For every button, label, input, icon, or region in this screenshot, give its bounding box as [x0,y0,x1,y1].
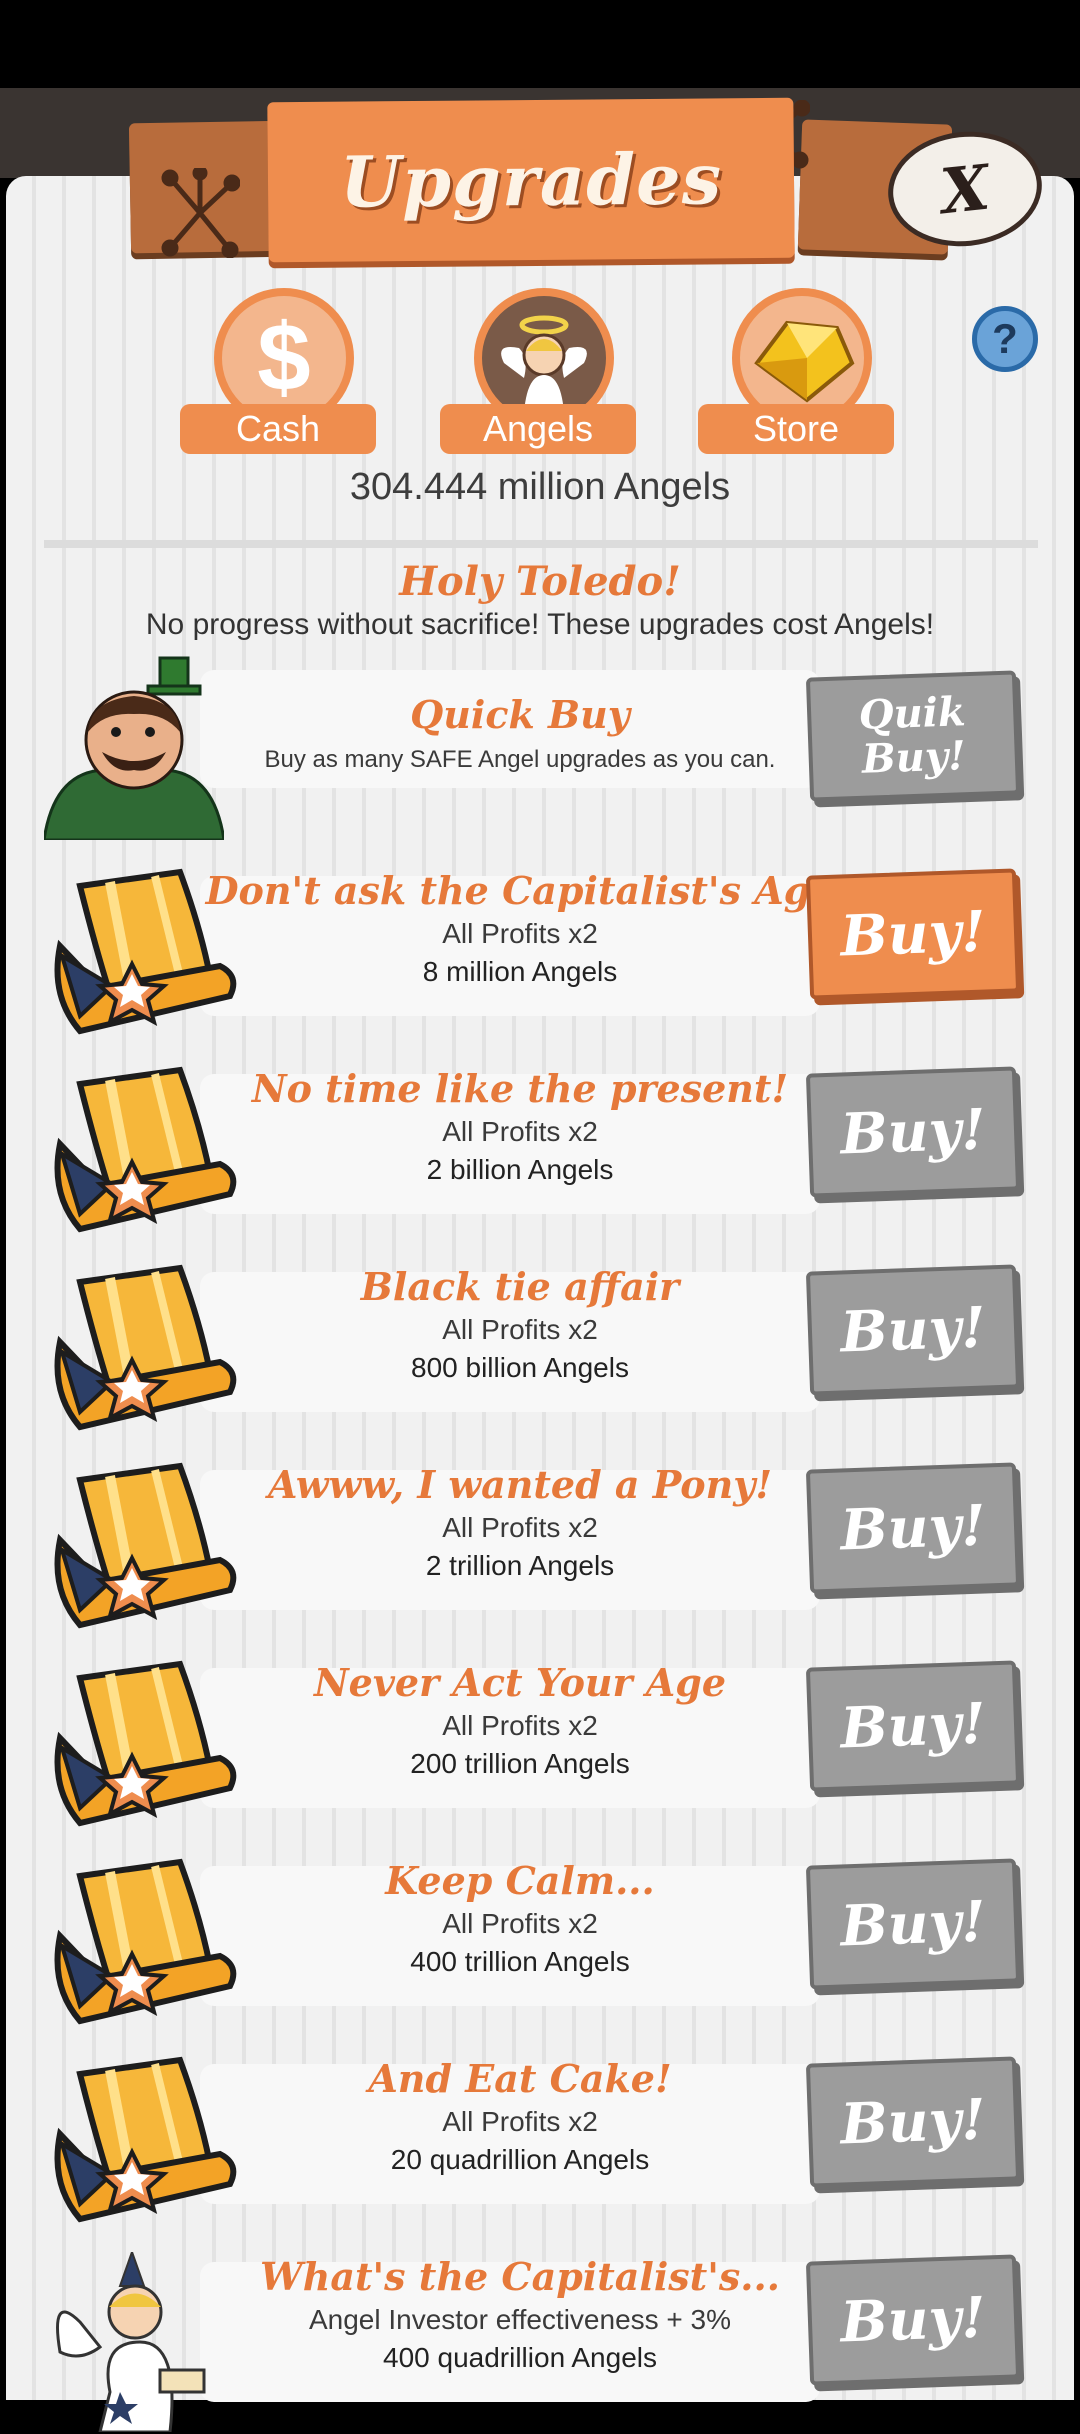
upgrade-effect: All Profits x2 [442,1908,598,1939]
upgrade-cost: 2 trillion Angels [425,1550,615,1581]
upgrade-name: Black tie affair [360,1264,680,1309]
buy-button[interactable]: Buy! [805,1660,1021,1792]
tab-store[interactable]: Store [698,288,898,458]
divider [44,540,1038,548]
upgrade-cost: 200 trillion Angels [410,1748,630,1779]
quick-buy-row: Quick Buy Buy as many SAFE Angel upgrade… [0,656,1080,860]
upgrade-cost: 20 quadrillion Angels [390,2144,650,2175]
upgrade-name: Don't ask the Capitalist's Age [205,868,835,913]
status-bar [0,0,1080,88]
upgrade-effect: Angel Investor effectiveness + 3% [308,2304,732,2335]
upgrade-name: And Eat Cake! [368,2056,672,2101]
upgrade-effect: All Profits x2 [442,1512,598,1543]
buy-button[interactable]: Buy! [805,1462,1021,1594]
upgrade-cost: 8 million Angels [422,956,618,987]
upgrade-effect: All Profits x2 [442,918,598,949]
upgrade-cost: 2 billion Angels [426,1154,614,1185]
upgrade-name: Never Act Your Age [313,1660,727,1705]
upgrade-description: Buy as many SAFE Angel upgrades as you c… [264,746,776,773]
upgrade-row: Don't ask the Capitalist's Age All Profi… [0,858,1080,1048]
tab-label: Angels [440,404,636,454]
angel-count: 304.444 million Angels [349,466,731,508]
intro-subtitle: No progress without sacrifice! These upg… [145,608,935,641]
upgrade-effect: All Profits x2 [442,1314,598,1345]
upgrade-name: No time like the present! [251,1066,789,1111]
tab-cash[interactable]: $ Cash [180,288,380,458]
buy-button[interactable]: Buy! [805,2254,1021,2386]
upgrade-cost: 400 trillion Angels [410,1946,630,1977]
buy-button[interactable]: Buy! [805,1264,1021,1396]
tab-angels[interactable]: Angels [440,288,640,458]
upgrade-row: Never Act Your Age All Profits x2 200 tr… [0,1650,1080,1840]
upgrade-name: Keep Calm... [385,1858,655,1903]
tab-label: Cash [180,404,376,454]
upgrade-name: Quick Buy [410,692,630,737]
upgrade-name: What's the Capitalist's... [260,2254,780,2299]
buy-button[interactable]: Buy! [805,1858,1021,1990]
upgrade-effect: All Profits x2 [442,2106,598,2137]
upgrade-row: And Eat Cake! All Profits x2 20 quadrill… [0,2046,1080,2236]
atomic-star-icon [161,168,240,258]
intro-title: Holy Toledo! [399,558,681,605]
buy-button[interactable]: Buy! [805,1066,1021,1198]
upgrade-effect: All Profits x2 [442,1116,598,1147]
upgrade-row: What's the Capitalist's... Angel Investo… [0,2244,1080,2434]
page-title: Upgrades [339,136,723,224]
buy-button[interactable]: Buy! [805,868,1021,1000]
upgrade-name: Awww, I wanted a Pony! [267,1462,773,1507]
upgrade-row: Keep Calm... All Profits x2 400 trillion… [0,1848,1080,2038]
upgrade-row: Black tie affair All Profits x2 800 bill… [0,1254,1080,1444]
upgrade-row: Awww, I wanted a Pony! All Profits x2 2 … [0,1452,1080,1642]
header-banner: Upgrades [267,97,795,263]
buy-button[interactable]: Buy! [805,2056,1021,2188]
upgrade-effect: All Profits x2 [442,1710,598,1741]
tab-label: Store [698,404,894,454]
upgrade-cost: 800 billion Angels [411,1352,629,1383]
quick-buy-button[interactable]: Quik Buy! [805,670,1021,802]
upgrade-row: No time like the present! All Profits x2… [0,1056,1080,1246]
help-button[interactable]: ? [972,306,1038,372]
upgrade-cost: 400 quadrillion Angels [383,2342,657,2373]
